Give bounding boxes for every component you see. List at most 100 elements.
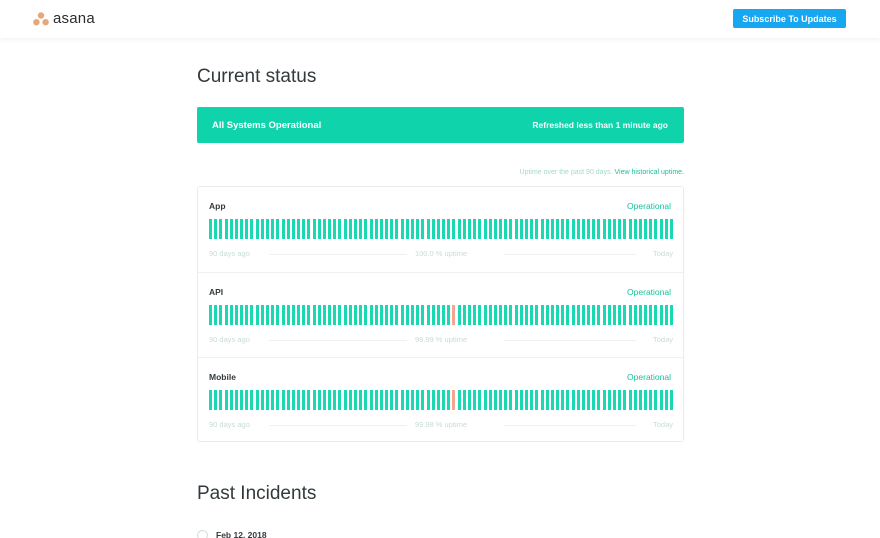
- uptime-day-bar[interactable]: [281, 390, 285, 410]
- uptime-day-bar[interactable]: [265, 390, 269, 410]
- uptime-day-bar[interactable]: [405, 219, 409, 239]
- uptime-day-bar[interactable]: [245, 305, 249, 325]
- uptime-day-bar[interactable]: [286, 305, 290, 325]
- uptime-day-bar-incident[interactable]: [452, 390, 456, 410]
- uptime-day-bar[interactable]: [265, 305, 269, 325]
- uptime-day-bar[interactable]: [317, 219, 321, 239]
- uptime-day-bar[interactable]: [530, 305, 534, 325]
- uptime-day-bar[interactable]: [395, 390, 399, 410]
- uptime-day-bar[interactable]: [338, 219, 342, 239]
- uptime-day-bar[interactable]: [649, 219, 653, 239]
- uptime-day-bar[interactable]: [214, 390, 218, 410]
- uptime-day-bar[interactable]: [581, 390, 585, 410]
- uptime-day-bar[interactable]: [659, 305, 663, 325]
- uptime-day-bar[interactable]: [644, 390, 648, 410]
- uptime-day-bar[interactable]: [535, 305, 539, 325]
- uptime-day-bar[interactable]: [322, 219, 326, 239]
- uptime-day-bar[interactable]: [530, 390, 534, 410]
- uptime-day-bar[interactable]: [654, 390, 658, 410]
- uptime-day-bar[interactable]: [566, 305, 570, 325]
- uptime-day-bar[interactable]: [535, 219, 539, 239]
- uptime-day-bar[interactable]: [411, 305, 414, 325]
- uptime-day-bar[interactable]: [271, 390, 275, 410]
- uptime-day-bar[interactable]: [597, 305, 601, 325]
- uptime-day-bar[interactable]: [514, 219, 518, 239]
- uptime-day-bar[interactable]: [493, 305, 497, 325]
- uptime-day-bar[interactable]: [390, 219, 394, 239]
- uptime-day-bar[interactable]: [550, 219, 554, 239]
- uptime-day-bar[interactable]: [561, 219, 565, 239]
- uptime-day-bar[interactable]: [234, 390, 238, 410]
- uptime-day-bar[interactable]: [328, 219, 332, 239]
- uptime-day-bar[interactable]: [483, 305, 487, 325]
- uptime-day-bar[interactable]: [623, 390, 627, 410]
- uptime-day-bar[interactable]: [628, 219, 632, 239]
- uptime-day-bar[interactable]: [364, 390, 368, 410]
- uptime-day-bar[interactable]: [281, 305, 285, 325]
- uptime-day-bar[interactable]: [250, 305, 254, 325]
- uptime-day-bar[interactable]: [379, 219, 383, 239]
- uptime-day-bar[interactable]: [260, 305, 264, 325]
- uptime-day-bar[interactable]: [291, 390, 295, 410]
- uptime-day-bar[interactable]: [602, 219, 606, 239]
- uptime-day-bar[interactable]: [654, 219, 658, 239]
- uptime-day-bar[interactable]: [333, 305, 337, 325]
- uptime-day-bar[interactable]: [664, 219, 668, 239]
- uptime-day-bar[interactable]: [426, 305, 430, 325]
- uptime-day-bar[interactable]: [462, 305, 466, 325]
- uptime-day-bar[interactable]: [400, 219, 404, 239]
- uptime-day-bar[interactable]: [276, 390, 280, 410]
- uptime-day-bar[interactable]: [364, 305, 368, 325]
- uptime-day-bar[interactable]: [317, 390, 321, 410]
- uptime-day-bar[interactable]: [550, 305, 554, 325]
- uptime-day-bar[interactable]: [338, 390, 342, 410]
- uptime-day-bar[interactable]: [514, 305, 518, 325]
- uptime-day-bar[interactable]: [519, 305, 523, 325]
- uptime-day-bar[interactable]: [400, 305, 404, 325]
- uptime-day-bar[interactable]: [400, 390, 404, 410]
- uptime-day-bar[interactable]: [343, 219, 347, 239]
- uptime-day-bar[interactable]: [359, 390, 363, 410]
- uptime-day-bar[interactable]: [447, 390, 451, 410]
- uptime-day-bar[interactable]: [473, 219, 477, 239]
- uptime-day-bar[interactable]: [623, 219, 627, 239]
- uptime-day-bar[interactable]: [467, 305, 471, 325]
- uptime-day-bar[interactable]: [504, 390, 508, 410]
- uptime-day-bar[interactable]: [566, 390, 570, 410]
- uptime-day-bar[interactable]: [224, 219, 228, 239]
- uptime-day-bar-incident[interactable]: [452, 305, 456, 325]
- uptime-day-bar[interactable]: [297, 390, 301, 410]
- uptime-day-bar[interactable]: [431, 219, 435, 239]
- uptime-day-bar[interactable]: [602, 305, 606, 325]
- uptime-day-bar[interactable]: [545, 305, 549, 325]
- uptime-day-bar[interactable]: [209, 390, 212, 410]
- uptime-day-bar[interactable]: [328, 390, 332, 410]
- uptime-day-bar[interactable]: [411, 219, 414, 239]
- uptime-day-bar[interactable]: [436, 219, 440, 239]
- uptime-day-bar[interactable]: [343, 390, 347, 410]
- uptime-day-bar[interactable]: [390, 390, 394, 410]
- uptime-day-bar[interactable]: [255, 305, 259, 325]
- uptime-day-bar[interactable]: [571, 390, 575, 410]
- uptime-day-bar[interactable]: [209, 219, 212, 239]
- uptime-day-bar[interactable]: [633, 219, 637, 239]
- uptime-day-bar[interactable]: [607, 390, 611, 410]
- uptime-day-bar[interactable]: [322, 390, 326, 410]
- uptime-day-bar[interactable]: [405, 305, 409, 325]
- uptime-day-bar[interactable]: [395, 305, 399, 325]
- uptime-day-bar[interactable]: [613, 219, 617, 239]
- uptime-day-bar[interactable]: [245, 219, 249, 239]
- uptime-day-bar[interactable]: [576, 305, 580, 325]
- uptime-day-bar[interactable]: [317, 305, 321, 325]
- uptime-day-bar[interactable]: [271, 305, 275, 325]
- uptime-day-bar[interactable]: [379, 305, 383, 325]
- uptime-day-bar[interactable]: [307, 390, 311, 410]
- uptime-day-bar[interactable]: [633, 305, 637, 325]
- uptime-day-bar[interactable]: [587, 305, 591, 325]
- uptime-day-bar[interactable]: [255, 219, 259, 239]
- uptime-day-bar[interactable]: [442, 305, 446, 325]
- uptime-day-bar[interactable]: [281, 219, 285, 239]
- uptime-day-bar[interactable]: [524, 219, 528, 239]
- uptime-day-bar[interactable]: [540, 390, 544, 410]
- uptime-day-bar[interactable]: [519, 390, 523, 410]
